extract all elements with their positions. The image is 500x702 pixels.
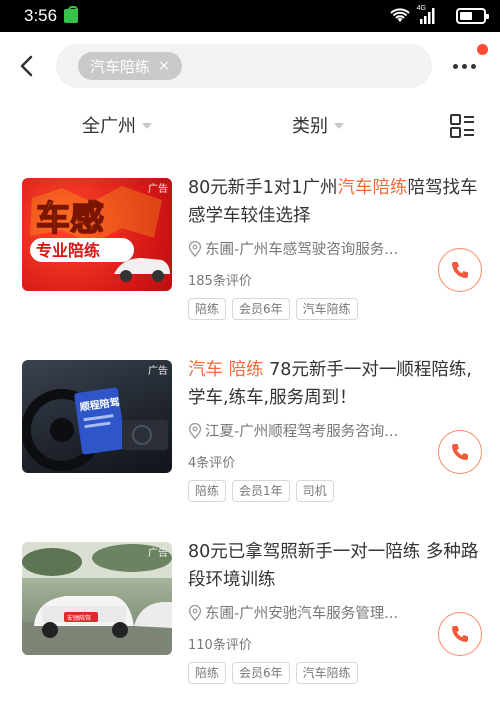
thumb-title-text: 车感	[36, 199, 104, 239]
more-dot	[470, 63, 476, 69]
listing-tag: 会员6年	[232, 298, 290, 320]
location-pin-icon	[188, 240, 202, 257]
notification-dot	[477, 44, 488, 55]
listing-thumbnail[interactable]: 安驰陪驾 广告	[22, 542, 172, 655]
category-filter[interactable]: 类别	[292, 112, 344, 138]
thumb-plate-text: 安驰陪驾	[67, 614, 91, 622]
keyword-highlight: 汽车 陪练	[188, 360, 264, 380]
dropdown-caret-icon	[142, 123, 152, 129]
listing-item[interactable]: 顺程陪驾 广告 汽车 陪练 78元新手一对一顺程陪练,学车,练车,服务周到！ 江…	[0, 360, 500, 530]
tag-list: 陪练 会员6年 汽车陪练	[188, 298, 358, 320]
listing-item[interactable]: 车感 专业陪练 广告 80元新手1对1广州汽车陪练陪驾找车感学车较佳选择 东圃-…	[0, 178, 500, 348]
notification-bag-icon	[64, 6, 78, 23]
merchant-location: 东圃-广州车感驾驶咨询服务...	[188, 238, 428, 259]
call-button[interactable]	[438, 430, 482, 474]
thumb-subtitle-text: 专业陪练	[36, 241, 100, 260]
wifi-icon	[390, 8, 410, 22]
tag-list: 陪练 会员1年 司机	[188, 480, 334, 502]
listing-tag: 汽车陪练	[295, 298, 358, 320]
merchant-name: 东圃-广州车感驾驶咨询服务...	[205, 242, 399, 258]
dropdown-caret-icon	[334, 123, 344, 129]
keyword-highlight: 汽车陪练	[337, 178, 408, 198]
phone-icon	[452, 444, 468, 460]
listing-title[interactable]: 汽车 陪练 78元新手一对一顺程陪练,学车,练车,服务周到！	[188, 356, 484, 412]
listing-item[interactable]: 安驰陪驾 广告 80元已拿驾照新手一对一陪练 多种路段环境训练 东圃-广州安驰汽…	[0, 542, 500, 702]
listing-tag: 会员1年	[232, 480, 290, 502]
review-count: 185条评价	[188, 274, 252, 289]
search-box[interactable]: 汽车陪练 ×	[56, 44, 432, 88]
location-pin-icon	[188, 604, 202, 621]
status-time: 3:56	[24, 6, 58, 25]
listing-tag: 汽车陪练	[295, 662, 358, 684]
merchant-location: 东圃-广州安驰汽车服务管理...	[188, 602, 428, 623]
list-layout-toggle-icon[interactable]	[448, 112, 476, 140]
status-bar: 3:56 4G	[0, 0, 500, 32]
review-count: 4条评价	[188, 456, 236, 471]
merchant-name: 江夏-广州顺程驾考服务咨询...	[205, 424, 399, 440]
filter-bar: 全广州 类别	[0, 104, 500, 150]
more-options-button[interactable]	[446, 52, 482, 80]
signal-icon	[420, 8, 435, 24]
more-dot	[452, 63, 458, 69]
location-pin-icon	[188, 422, 202, 439]
call-button[interactable]	[438, 248, 482, 292]
chip-label: 汽车陪练	[90, 57, 151, 76]
listing-title[interactable]: 80元新手1对1广州汽车陪练陪驾找车感学车较佳选择	[188, 174, 484, 230]
listing-tag: 陪练	[188, 480, 227, 502]
more-dot	[461, 63, 467, 69]
back-arrow-icon[interactable]	[14, 52, 42, 80]
ad-label: 广告	[148, 548, 168, 559]
listing-tag: 会员6年	[232, 662, 290, 684]
ad-label: 广告	[148, 366, 168, 377]
phone-icon	[452, 262, 468, 278]
close-icon[interactable]: ×	[158, 59, 170, 73]
listing-title[interactable]: 80元已拿驾照新手一对一陪练 多种路段环境训练	[188, 538, 484, 594]
call-button[interactable]	[438, 612, 482, 656]
ad-label: 广告	[148, 184, 168, 195]
area-filter-label: 全广州	[82, 116, 136, 137]
area-filter[interactable]: 全广州	[82, 112, 152, 138]
listing-thumbnail[interactable]: 顺程陪驾 广告	[22, 360, 172, 473]
battery-icon	[456, 8, 489, 24]
merchant-name: 东圃-广州安驰汽车服务管理...	[205, 606, 399, 622]
listing-tag: 陪练	[188, 662, 227, 684]
listing-tag: 陪练	[188, 298, 227, 320]
category-filter-label: 类别	[292, 116, 328, 137]
listing-thumbnail[interactable]: 车感 专业陪练 广告	[22, 178, 172, 291]
review-count: 110条评价	[188, 638, 252, 653]
listing-tag: 司机	[295, 480, 334, 502]
tag-list: 陪练 会员6年 汽车陪练	[188, 662, 358, 684]
merchant-location: 江夏-广州顺程驾考服务咨询...	[188, 420, 428, 441]
phone-icon	[452, 626, 468, 642]
search-keyword-chip[interactable]: 汽车陪练 ×	[78, 52, 182, 80]
